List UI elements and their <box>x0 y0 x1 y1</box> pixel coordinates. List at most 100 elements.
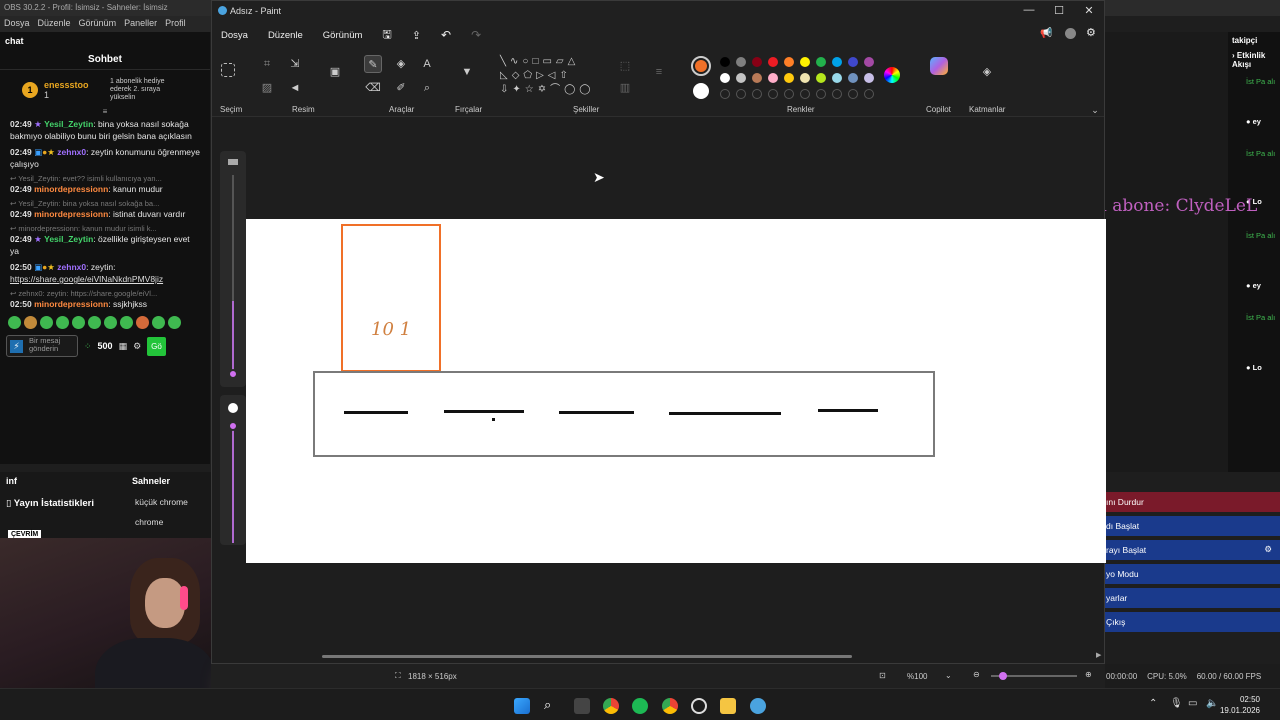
menu-view[interactable]: Görünüm <box>323 30 363 41</box>
obs-menu-file[interactable]: Dosya <box>4 18 30 30</box>
obs-menu-view[interactable]: Görünüm <box>79 18 117 30</box>
color-swatch[interactable] <box>816 73 826 83</box>
mic-icon[interactable]: 🎙 <box>1170 698 1183 709</box>
send-button[interactable]: Gö <box>147 336 166 356</box>
close-icon[interactable]: ✕ <box>1074 4 1104 17</box>
color-swatch[interactable] <box>752 73 762 83</box>
shape-size-icon[interactable]: ≡ <box>650 63 668 81</box>
custom-color-slot[interactable] <box>752 89 762 99</box>
task-view-icon[interactable] <box>574 698 590 714</box>
color-swatch[interactable] <box>736 57 746 67</box>
menu-edit[interactable]: Düzenle <box>268 30 303 41</box>
pinned-gifter[interactable]: 1 enessstoo 1 1 abonelik hediye ederek 2… <box>0 70 210 110</box>
menu-file[interactable]: Dosya <box>221 30 248 41</box>
edit-colors-icon[interactable] <box>884 67 900 83</box>
chrome-icon[interactable] <box>603 698 619 714</box>
magnifier-icon[interactable]: ⌕ <box>418 79 436 97</box>
stop-stream-button[interactable]: ını Durdur <box>1104 492 1280 512</box>
shape-fill-icon[interactable]: ▥ <box>616 79 634 97</box>
color-swatch[interactable] <box>864 73 874 83</box>
color-swatch[interactable] <box>800 57 810 67</box>
gear-icon[interactable]: ⚙ <box>1264 544 1272 555</box>
emote-icon[interactable] <box>40 316 53 329</box>
start-virtual-camera-button[interactable]: rayı Başlat ⚙ <box>1104 540 1280 560</box>
obs-menu-edit[interactable]: Düzenle <box>38 18 71 30</box>
pencil-icon[interactable]: ✎ <box>364 55 382 73</box>
chat-input[interactable]: ⚡ Bir mesaj gönderin <box>6 335 78 357</box>
color-swatch[interactable] <box>784 57 794 67</box>
image-recognition-icon[interactable]: ▣ <box>326 63 344 81</box>
feedback-icon[interactable]: 📢 <box>1040 28 1052 39</box>
save-icon[interactable]: 🖫 <box>382 26 391 45</box>
color-swatch[interactable] <box>800 73 810 83</box>
redo-icon[interactable]: ↷ <box>471 28 481 42</box>
primary-color[interactable] <box>691 56 711 76</box>
emote-icon[interactable] <box>152 316 165 329</box>
scene-item[interactable]: küçük chrome <box>135 497 188 507</box>
layers-icon[interactable]: ◈ <box>978 63 996 81</box>
start-recording-button[interactable]: dı Başlat <box>1104 516 1280 536</box>
slider-thumb[interactable] <box>228 369 238 379</box>
chat-link[interactable]: https://share.google/eiVlNaNkdnPMV8jiz <box>10 274 163 284</box>
settings-icon[interactable]: ⚙ <box>133 341 141 352</box>
color-swatch[interactable] <box>832 73 842 83</box>
exit-button[interactable]: Çıkış <box>1104 612 1280 632</box>
brush-icon[interactable]: ▼ <box>458 63 476 81</box>
zoom-select[interactable]: %100 <box>907 672 927 681</box>
network-icon[interactable]: ▭ <box>1188 698 1197 709</box>
emote-icon[interactable] <box>120 316 133 329</box>
share-icon[interactable]: ⇪ <box>412 29 421 42</box>
outline-icon[interactable]: ⬚ <box>616 57 634 75</box>
color-swatch[interactable] <box>816 57 826 67</box>
points-count[interactable]: 500 <box>98 341 113 351</box>
color-swatch[interactable] <box>736 73 746 83</box>
maximize-icon[interactable]: ☐ <box>1044 4 1074 17</box>
gift-icon[interactable]: ▦ <box>119 341 128 352</box>
obs-menu-docks[interactable]: Paneller <box>124 18 157 30</box>
custom-color-slot[interactable] <box>784 89 794 99</box>
clock[interactable]: 02:50 19.01.2026 <box>1220 694 1260 716</box>
settings-button[interactable]: yarlar <box>1104 588 1280 608</box>
zoom-in-icon[interactable]: ⊕ <box>1085 670 1092 679</box>
emote-icon[interactable] <box>24 316 37 329</box>
scroll-right-icon[interactable]: ▶ <box>1096 651 1101 659</box>
emote-icon[interactable] <box>136 316 149 329</box>
scene-item[interactable]: chrome <box>135 517 163 527</box>
color-swatch[interactable] <box>720 73 730 83</box>
minimize-icon[interactable]: — <box>1014 4 1044 16</box>
stream-stats-label[interactable]: ▯ Yayın İstatistikleri <box>6 498 94 509</box>
custom-color-slot[interactable] <box>816 89 826 99</box>
custom-color-slot[interactable] <box>800 89 810 99</box>
obs-menu-profile[interactable]: Profil <box>165 18 186 30</box>
search-icon[interactable]: ⌕ <box>544 698 560 714</box>
fill-icon[interactable]: ◈ <box>392 55 410 73</box>
copilot-icon[interactable] <box>930 57 948 75</box>
studio-mode-button[interactable]: yo Modu <box>1104 564 1280 584</box>
custom-color-slot[interactable] <box>864 89 874 99</box>
drawing-canvas[interactable]: 10 1 <box>246 219 1106 563</box>
brush-size-slider[interactable] <box>220 151 246 387</box>
custom-color-slot[interactable] <box>848 89 858 99</box>
horizontal-scrollbar[interactable] <box>322 655 852 658</box>
select-rect-icon[interactable] <box>221 63 235 77</box>
opacity-slider[interactable] <box>220 395 246 545</box>
emote-icon[interactable] <box>88 316 101 329</box>
color-swatch[interactable] <box>768 73 778 83</box>
shapes-gallery[interactable]: ╲∿○□▭▱△ ◺◇⬠▷◁⇧ ⇩✦☆✡⌒◯◯ <box>500 55 604 99</box>
rotate-icon[interactable]: ◄ <box>286 79 304 97</box>
fit-window-icon[interactable]: ⊡ <box>879 671 886 680</box>
spotify-icon[interactable] <box>632 698 648 714</box>
color-swatch[interactable] <box>848 57 858 67</box>
emote-bar[interactable] <box>0 312 210 333</box>
emote-icon[interactable] <box>56 316 69 329</box>
custom-color-slot[interactable] <box>832 89 842 99</box>
volume-icon[interactable]: 🔈 <box>1206 698 1218 709</box>
color-swatch[interactable] <box>864 57 874 67</box>
emote-icon[interactable] <box>168 316 181 329</box>
start-icon[interactable] <box>514 698 530 714</box>
custom-color-slot[interactable] <box>768 89 778 99</box>
color-swatch[interactable] <box>720 57 730 67</box>
custom-color-slot[interactable] <box>736 89 746 99</box>
account-icon[interactable] <box>1065 28 1076 39</box>
chevron-down-icon[interactable]: ⌄ <box>945 671 952 680</box>
